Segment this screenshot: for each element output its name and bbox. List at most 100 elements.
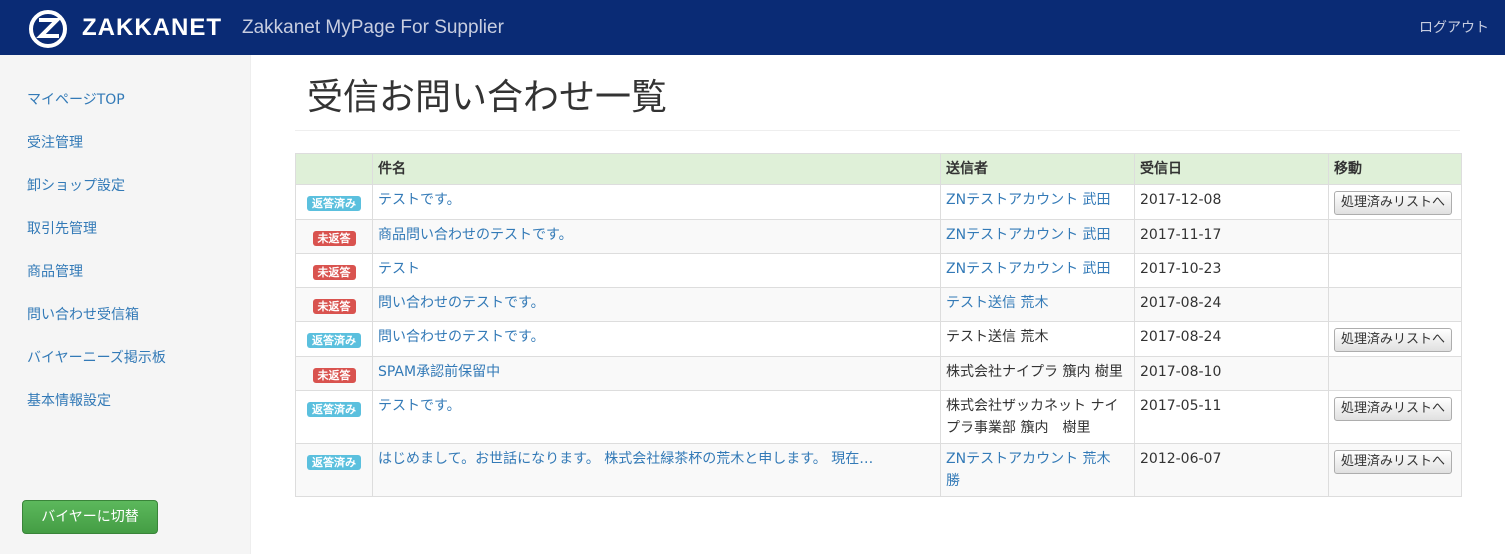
- top-navbar: ZAKKANET Zakkanet MyPage For Supplier ログ…: [0, 0, 1505, 55]
- subject-link[interactable]: テスト: [378, 261, 420, 277]
- move-cell: [1328, 356, 1462, 391]
- status-cell: 未返答: [295, 356, 373, 391]
- column-header-received-date: 受信日: [1134, 153, 1329, 185]
- received-date-cell: 2017-11-17: [1134, 219, 1329, 254]
- subject-link[interactable]: SPAM承認前保留中: [378, 364, 500, 380]
- move-to-processed-button[interactable]: 処理済みリストへ: [1334, 450, 1453, 474]
- subject-link[interactable]: 問い合わせのテストです。: [378, 295, 545, 311]
- sender-cell: 株式会社ザッカネット ナイプラ事業部 籏内 樹里: [940, 390, 1135, 444]
- received-date-cell: 2017-08-10: [1134, 356, 1329, 391]
- status-cell: 未返答: [295, 219, 373, 254]
- sidebar-item-basic-info-settings[interactable]: 基本情報設定: [27, 391, 111, 411]
- subject-link[interactable]: 商品問い合わせのテストです。: [378, 227, 573, 243]
- column-header-sender: 送信者: [940, 153, 1135, 185]
- subject-link[interactable]: はじめまして。お世話になります。 株式会社緑茶杯の荒木と申します。 現在…: [378, 451, 873, 467]
- move-to-processed-button[interactable]: 処理済みリストへ: [1334, 397, 1453, 421]
- sender-name: テスト送信 荒木: [946, 329, 1049, 345]
- subject-cell: はじめまして。お世話になります。 株式会社緑茶杯の荒木と申します。 現在…: [372, 443, 941, 497]
- status-cell: 返答済み: [295, 390, 373, 444]
- replied-badge: 返答済み: [307, 455, 361, 470]
- subject-cell: 商品問い合わせのテストです。: [372, 219, 941, 254]
- received-date-cell: 2017-12-08: [1134, 184, 1329, 220]
- status-cell: 返答済み: [295, 184, 373, 220]
- status-cell: 返答済み: [295, 443, 373, 497]
- subject-cell: テストです。: [372, 390, 941, 444]
- page-title: 受信お問い合わせ一覧: [307, 77, 668, 118]
- status-cell: 未返答: [295, 287, 373, 322]
- replied-badge: 返答済み: [307, 196, 361, 211]
- table-row: 未返答 テスト ZNテストアカウント 武田 2017-10-23: [295, 253, 1462, 288]
- table-row: 未返答 商品問い合わせのテストです。 ZNテストアカウント 武田 2017-11-17: [295, 219, 1462, 254]
- sidebar-item-buyer-needs-board[interactable]: バイヤーニーズ掲示板: [27, 348, 166, 368]
- sender-cell: ZNテストアカウント 武田: [940, 219, 1135, 254]
- sender-cell: テスト送信 荒木: [940, 321, 1135, 357]
- table-row: 返答済み はじめまして。お世話になります。 株式会社緑茶杯の荒木と申します。 現在…: [295, 443, 1462, 497]
- sidebar: マイページTOP 受注管理 卸ショップ設定 取引先管理 商品管理 問い合わせ受信…: [0, 55, 251, 554]
- subject-cell: 問い合わせのテストです。: [372, 321, 941, 357]
- switch-to-buyer-button[interactable]: バイヤーに切替: [22, 500, 158, 534]
- brand-subtitle: Zakkanet MyPage For Supplier: [242, 17, 504, 38]
- table-row: 返答済み テストです。 ZNテストアカウント 武田 2017-12-08 処理済みリスト…: [295, 184, 1462, 220]
- sender-cell: 株式会社ナイプラ 籏内 樹里: [940, 356, 1135, 391]
- sender-link[interactable]: ZNテストアカウント 荒木 勝: [946, 451, 1125, 489]
- table-row: 返答済み 問い合わせのテストです。 テスト送信 荒木 2017-08-24 処理済みリス…: [295, 321, 1462, 357]
- unreplied-badge: 未返答: [312, 265, 356, 280]
- move-to-processed-button[interactable]: 処理済みリストへ: [1334, 191, 1453, 215]
- unreplied-badge: 未返答: [312, 368, 356, 383]
- subject-cell: SPAM承認前保留中: [372, 356, 941, 391]
- sidebar-item-clients[interactable]: 取引先管理: [27, 219, 97, 239]
- received-date-cell: 2017-05-11: [1134, 390, 1329, 444]
- received-date-cell: 2017-08-24: [1134, 287, 1329, 322]
- subject-link[interactable]: 問い合わせのテストです。: [378, 329, 545, 345]
- subject-cell: 問い合わせのテストです。: [372, 287, 941, 322]
- title-divider: [295, 130, 1460, 131]
- move-cell: [1328, 287, 1462, 322]
- sender-cell: ZNテストアカウント 武田: [940, 184, 1135, 220]
- sender-name: 株式会社ナイプラ 籏内 樹里: [946, 364, 1123, 380]
- sidebar-item-inquiry-inbox[interactable]: 問い合わせ受信箱: [27, 305, 139, 325]
- table-row: 未返答 問い合わせのテストです。 テスト送信 荒木 2017-08-24: [295, 287, 1462, 322]
- received-date-cell: 2017-08-24: [1134, 321, 1329, 357]
- table-header-row: 件名 送信者 受信日 移動: [295, 153, 1462, 185]
- sender-cell: ZNテストアカウント 武田: [940, 253, 1135, 288]
- subject-link[interactable]: テストです。: [378, 398, 461, 414]
- inquiry-table-body: 返答済み テストです。 ZNテストアカウント 武田 2017-12-08 処理済みリスト…: [295, 184, 1462, 497]
- replied-badge: 返答済み: [307, 402, 361, 417]
- received-date-cell: 2017-10-23: [1134, 253, 1329, 288]
- move-to-processed-button[interactable]: 処理済みリストへ: [1334, 328, 1453, 352]
- sidebar-item-orders[interactable]: 受注管理: [27, 133, 83, 153]
- column-header-subject: 件名: [372, 153, 941, 185]
- move-cell: [1328, 253, 1462, 288]
- sidebar-item-mypage-top[interactable]: マイページTOP: [27, 90, 125, 110]
- unreplied-badge: 未返答: [312, 231, 356, 246]
- subject-cell: テスト: [372, 253, 941, 288]
- sender-link[interactable]: ZNテストアカウント 武田: [946, 192, 1111, 208]
- move-cell: 処理済みリストへ: [1328, 443, 1462, 497]
- logout-link[interactable]: ログアウト: [1419, 16, 1489, 40]
- column-header-status: [295, 153, 373, 185]
- move-cell: 処理済みリストへ: [1328, 321, 1462, 357]
- inquiry-table: 件名 送信者 受信日 移動 返答済み テストです。 ZNテストアカウント 武田 201…: [295, 153, 1462, 497]
- sender-link[interactable]: ZNテストアカウント 武田: [946, 261, 1111, 277]
- table-row: 返答済み テストです。 株式会社ザッカネット ナイプラ事業部 籏内 樹里 2017-0…: [295, 390, 1462, 444]
- unreplied-badge: 未返答: [312, 299, 356, 314]
- sidebar-item-products[interactable]: 商品管理: [27, 262, 83, 282]
- sidebar-item-wholesale-shop-settings[interactable]: 卸ショップ設定: [27, 176, 125, 196]
- column-header-move: 移動: [1328, 153, 1462, 185]
- brand-name[interactable]: ZAKKANET: [82, 12, 222, 44]
- zakkanet-logo-icon[interactable]: [28, 9, 68, 49]
- sender-cell: テスト送信 荒木: [940, 287, 1135, 322]
- replied-badge: 返答済み: [307, 333, 361, 348]
- status-cell: 未返答: [295, 253, 373, 288]
- sender-link[interactable]: テスト送信 荒木: [946, 295, 1048, 311]
- sender-cell: ZNテストアカウント 荒木 勝: [940, 443, 1135, 497]
- sender-name: 株式会社ザッカネット ナイプラ事業部 籏内 樹里: [946, 398, 1119, 436]
- subject-link[interactable]: テストです。: [378, 192, 461, 208]
- move-cell: 処理済みリストへ: [1328, 184, 1462, 220]
- received-date-cell: 2012-06-07: [1134, 443, 1329, 497]
- sender-link[interactable]: ZNテストアカウント 武田: [946, 227, 1111, 243]
- move-cell: 処理済みリストへ: [1328, 390, 1462, 444]
- table-row: 未返答 SPAM承認前保留中 株式会社ナイプラ 籏内 樹里 2017-08-10: [295, 356, 1462, 391]
- move-cell: [1328, 219, 1462, 254]
- status-cell: 返答済み: [295, 321, 373, 357]
